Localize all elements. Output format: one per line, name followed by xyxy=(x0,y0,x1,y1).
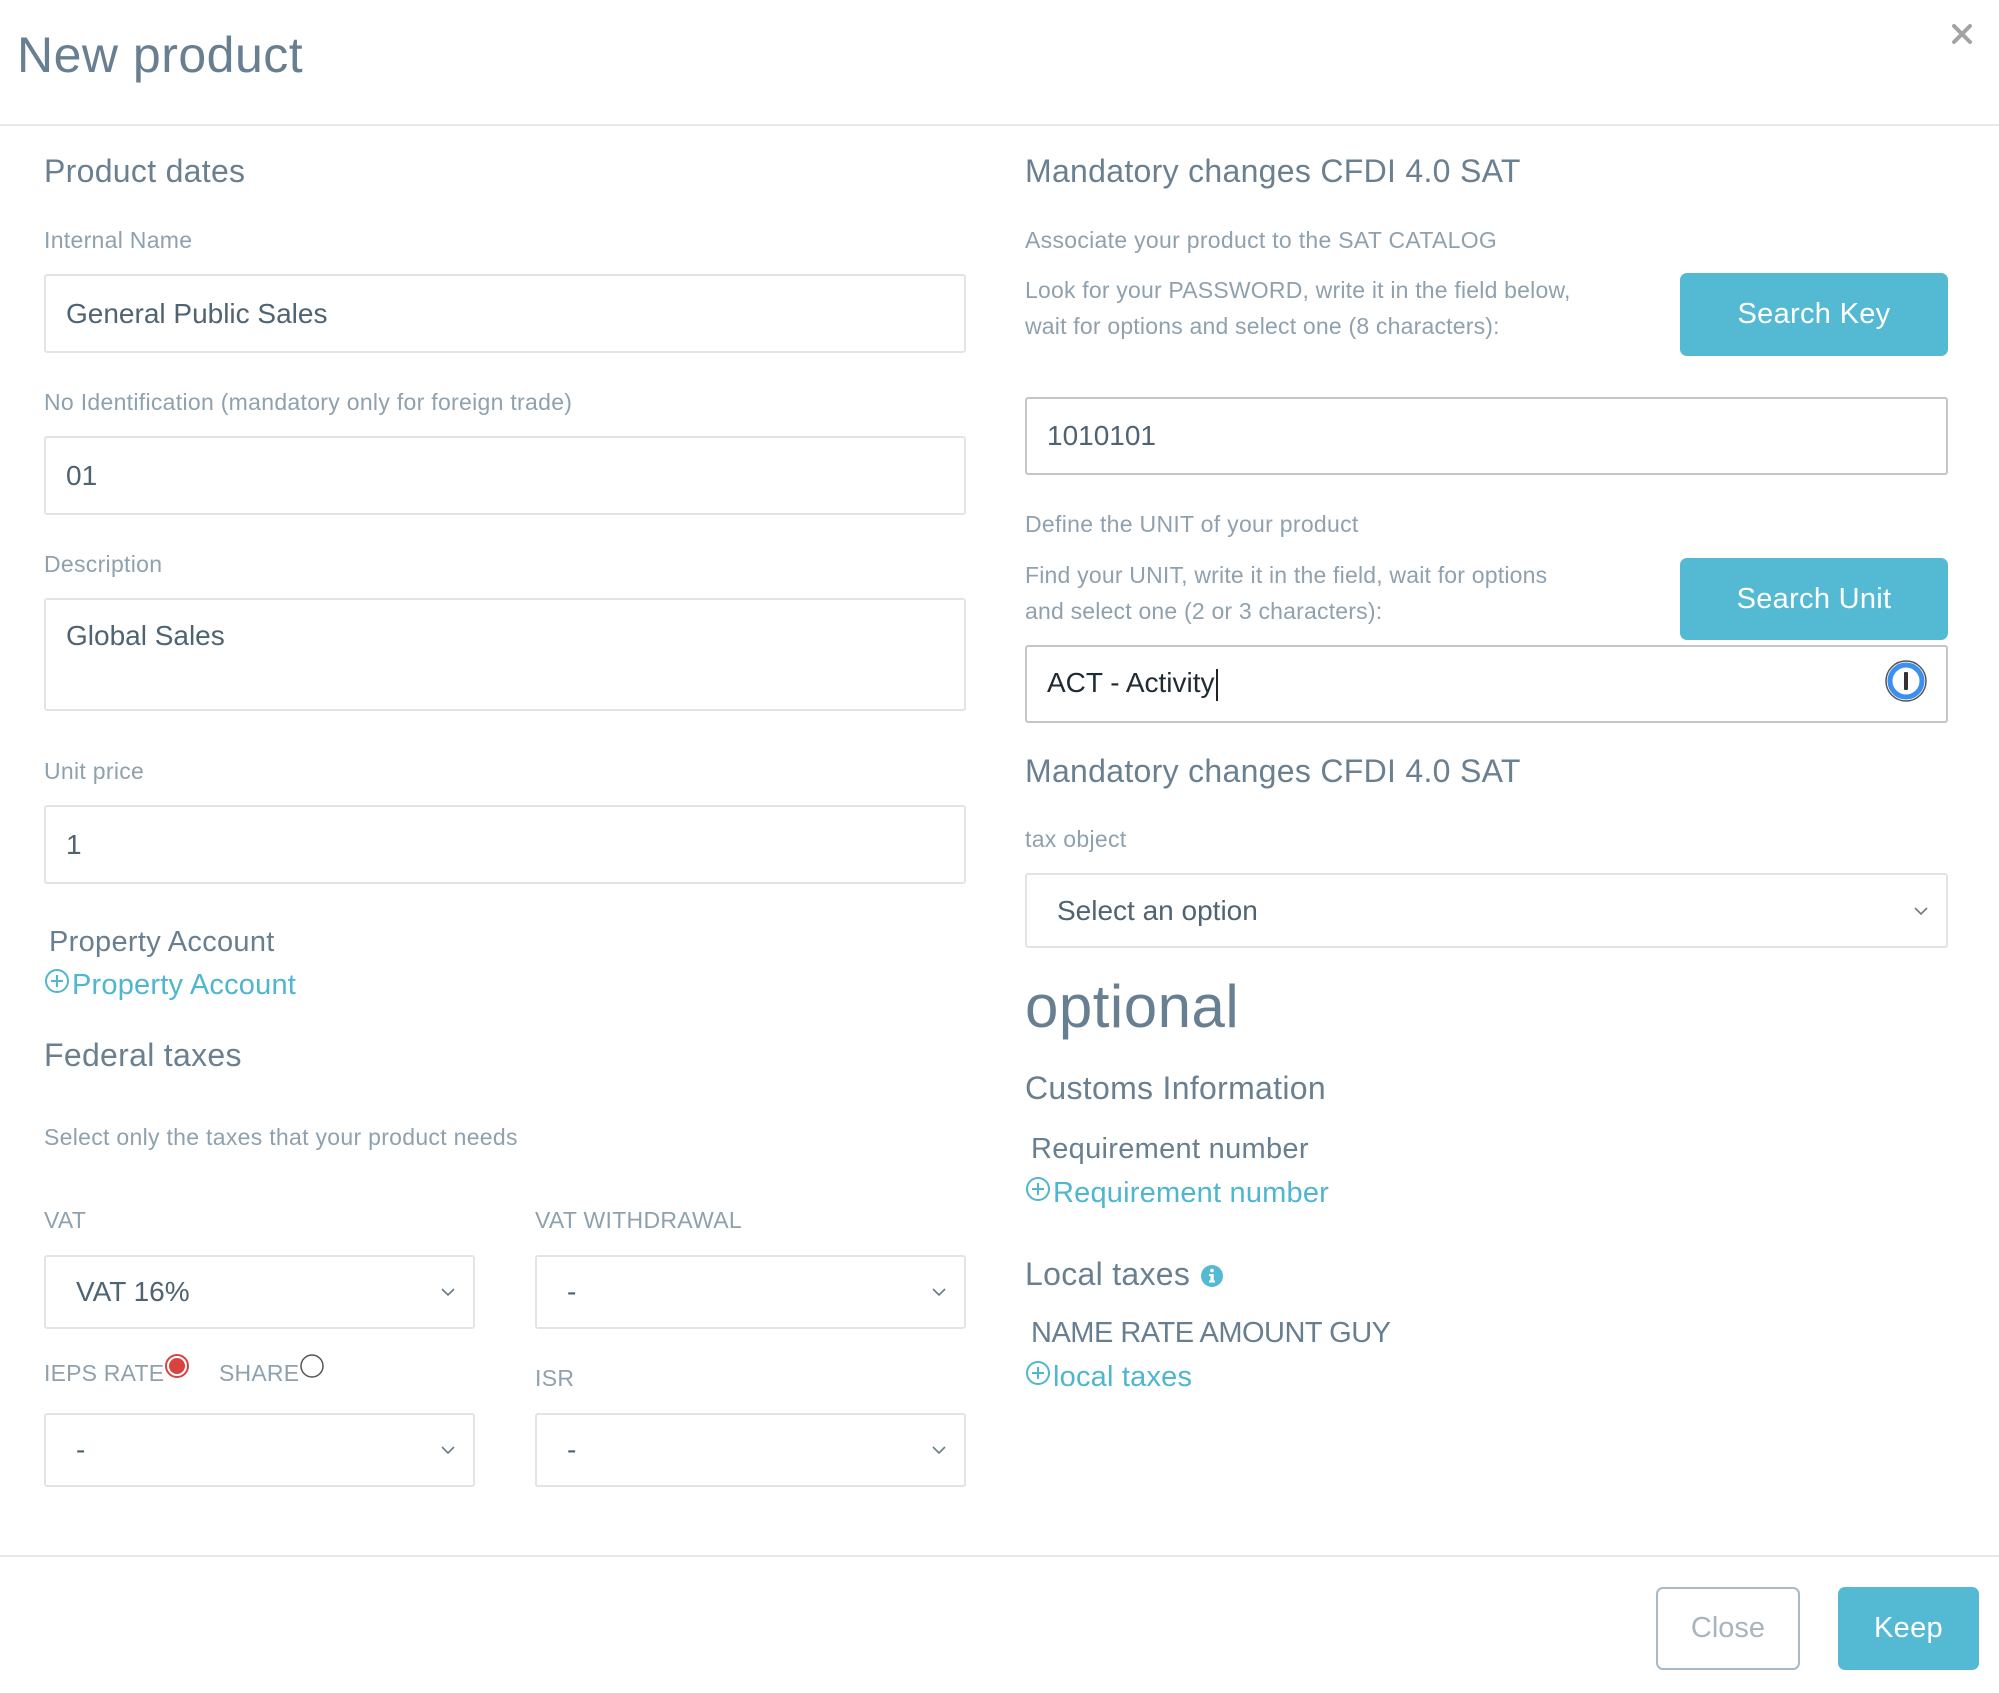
optional-heading: optional xyxy=(1025,973,1240,1040)
password-manager-icon[interactable] xyxy=(1884,659,1928,710)
vat-withdrawal-select[interactable]: - xyxy=(535,1255,966,1329)
plus-circle-icon xyxy=(1025,1176,1053,1210)
vat-withdrawal-value: - xyxy=(567,1276,577,1307)
chevron-down-icon xyxy=(932,1446,946,1455)
unit-input[interactable]: ACT - Activity xyxy=(1025,645,1948,723)
local-taxes-columns: NAME RATE AMOUNT GUY xyxy=(1031,1317,1391,1349)
plus-circle-icon xyxy=(1025,1360,1053,1394)
chevron-down-icon xyxy=(441,1288,455,1297)
keep-button[interactable]: Keep xyxy=(1838,1587,1979,1670)
radio-unselected-icon xyxy=(299,1353,325,1385)
share-radio[interactable]: SHARE xyxy=(219,1353,325,1387)
section-title-federal-taxes: Federal taxes xyxy=(44,1037,242,1073)
sat-key-value: 1010101 xyxy=(1047,420,1157,451)
isr-select[interactable]: - xyxy=(535,1413,966,1487)
unit-value: ACT - Activity xyxy=(1047,667,1215,699)
modal-title: New product xyxy=(17,27,304,83)
description-textarea[interactable]: Global Sales xyxy=(44,598,966,711)
unit-price-label: Unit price xyxy=(44,758,145,784)
footer-divider xyxy=(0,1555,1999,1557)
key-help-text: Look for your PASSWORD, write it in the … xyxy=(1025,277,1571,339)
vat-select[interactable]: VAT 16% xyxy=(44,1255,475,1329)
sat-catalog-label: Associate your product to the SAT CATALO… xyxy=(1025,227,1498,253)
identification-label: No Identification (mandatory only for fo… xyxy=(44,389,573,415)
vat-label: VAT xyxy=(44,1207,87,1233)
chevron-down-icon xyxy=(932,1288,946,1297)
tax-object-label: tax object xyxy=(1025,826,1127,852)
add-local-taxes-link[interactable]: local taxes xyxy=(1025,1360,1192,1394)
header-divider xyxy=(0,124,1999,126)
add-property-account-text: Property Account xyxy=(72,968,297,1001)
isr-value: - xyxy=(567,1434,577,1465)
ieps-rate-radio[interactable]: IEPS RATE xyxy=(44,1353,190,1387)
tax-object-value: Select an option xyxy=(1057,894,1258,926)
ieps-value: - xyxy=(76,1434,86,1465)
sat-key-input[interactable]: 1010101 xyxy=(1025,397,1948,475)
chevron-down-icon xyxy=(1914,906,1928,915)
unit-label: Define the UNIT of your product xyxy=(1025,511,1359,537)
close-button[interactable]: Close xyxy=(1656,1587,1800,1670)
vat-value: VAT 16% xyxy=(76,1276,190,1307)
share-label: SHARE xyxy=(219,1360,300,1386)
chevron-down-icon xyxy=(441,1446,455,1455)
section-title-cfdi: Mandatory changes CFDI 4.0 SAT xyxy=(1025,153,1521,189)
add-requirement-number-text: Requirement number xyxy=(1053,1176,1330,1209)
search-key-button[interactable]: Search Key xyxy=(1680,273,1948,356)
description-label: Description xyxy=(44,551,163,577)
add-local-taxes-text: local taxes xyxy=(1053,1360,1193,1393)
unit-price-input[interactable]: 1 xyxy=(44,805,966,884)
federal-taxes-help: Select only the taxes that your product … xyxy=(44,1124,518,1150)
isr-label: ISR xyxy=(535,1365,575,1391)
local-taxes-title: Local taxes xyxy=(1025,1253,1224,1296)
ieps-rate-label: IEPS RATE xyxy=(44,1360,165,1386)
radio-selected-icon xyxy=(164,1353,190,1385)
internal-name-value: General Public Sales xyxy=(66,297,328,329)
local-taxes-title-text: Local taxes xyxy=(1025,1256,1191,1292)
customs-information-title: Customs Information xyxy=(1025,1070,1326,1106)
add-property-account-link[interactable]: Property Account xyxy=(44,968,296,1002)
section-title-cfdi-2: Mandatory changes CFDI 4.0 SAT xyxy=(1025,753,1521,789)
tax-object-select[interactable]: Select an option xyxy=(1025,873,1948,948)
requirement-number-label: Requirement number xyxy=(1031,1133,1309,1165)
identification-input[interactable]: 01 xyxy=(44,436,966,515)
unit-price-value: 1 xyxy=(66,828,82,860)
internal-name-input[interactable]: General Public Sales xyxy=(44,274,966,353)
search-unit-button[interactable]: Search Unit xyxy=(1680,558,1948,640)
text-caret xyxy=(1215,668,1218,701)
close-icon[interactable] xyxy=(1950,22,1974,46)
plus-circle-icon xyxy=(44,968,72,1002)
identification-value: 01 xyxy=(66,459,98,491)
add-requirement-number-link[interactable]: Requirement number xyxy=(1025,1176,1329,1210)
info-icon[interactable] xyxy=(1200,1259,1224,1296)
property-account-label: Property Account xyxy=(49,926,275,958)
description-value: Global Sales xyxy=(66,620,225,651)
internal-name-label: Internal Name xyxy=(44,227,193,253)
vat-withdrawal-label: VAT WITHDRAWAL xyxy=(535,1207,742,1233)
unit-help-text: Find your UNIT, write it in the field, w… xyxy=(1025,562,1548,624)
section-title-product-dates: Product dates xyxy=(44,153,246,189)
ieps-select[interactable]: - xyxy=(44,1413,475,1487)
